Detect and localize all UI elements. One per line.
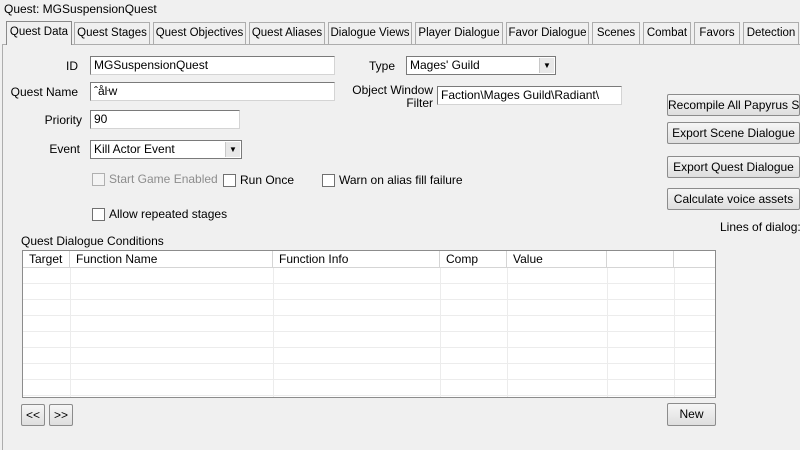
warn-alias-fill-checkbox[interactable] <box>322 174 335 187</box>
column-header-function-name[interactable]: Function Name <box>70 251 273 268</box>
table-row[interactable] <box>23 364 715 380</box>
table-row[interactable] <box>23 316 715 332</box>
calculate-voice-assets-button[interactable]: Calculate voice assets <box>667 188 800 210</box>
table-row[interactable] <box>23 348 715 364</box>
tab-dialogue-views[interactable]: Dialogue Views <box>328 22 412 44</box>
run-once-label: Run Once <box>240 173 295 187</box>
chevron-down-icon: ▼ <box>539 58 554 73</box>
chevron-down-icon: ▼ <box>225 142 240 157</box>
tab-scenes[interactable]: Scenes <box>592 22 640 44</box>
tab-favor-dialogue[interactable]: Favor Dialogue <box>506 22 589 44</box>
event-dropdown-value: Kill Actor Event <box>94 142 175 156</box>
id-label: ID <box>66 59 78 73</box>
lines-of-dialog-label: Lines of dialog: <box>720 220 800 234</box>
type-dropdown[interactable]: Mages' Guild ▼ <box>406 56 556 75</box>
column-header-extra-2[interactable] <box>674 251 715 268</box>
new-condition-button[interactable]: New <box>667 403 716 426</box>
tab-quest-aliases[interactable]: Quest Aliases <box>249 22 325 44</box>
table-row[interactable] <box>23 380 715 396</box>
previous-condition-button[interactable]: << <box>21 404 45 426</box>
tab-player-dialogue[interactable]: Player Dialogue <box>415 22 503 44</box>
export-scene-dialogue-button[interactable]: Export Scene Dialogue <box>667 122 800 144</box>
table-row[interactable] <box>23 300 715 316</box>
next-condition-button[interactable]: >> <box>49 404 73 426</box>
export-quest-dialogue-button[interactable]: Export Quest Dialogue <box>667 156 800 178</box>
priority-label: Priority <box>44 113 82 127</box>
tab-quest-objectives[interactable]: Quest Objectives <box>153 22 246 44</box>
recompile-papyrus-button[interactable]: Recompile All Papyrus Sc <box>667 94 800 116</box>
event-dropdown[interactable]: Kill Actor Event ▼ <box>90 140 242 159</box>
start-game-enabled-label: Start Game Enabled <box>109 172 218 186</box>
column-header-function-info[interactable]: Function Info <box>273 251 440 268</box>
column-header-comp[interactable]: Comp <box>440 251 507 268</box>
tab-favors[interactable]: Favors <box>694 22 740 44</box>
conditions-table-header: Target Function Name Function Info Comp … <box>23 251 715 268</box>
tab-bar: Quest Data Quest Stages Quest Objectives… <box>0 21 800 45</box>
type-dropdown-value: Mages' Guild <box>410 58 480 72</box>
conditions-table[interactable]: Target Function Name Function Info Comp … <box>22 250 716 398</box>
tab-combat[interactable]: Combat <box>643 22 691 44</box>
start-game-enabled-checkbox[interactable] <box>92 173 105 186</box>
table-row[interactable] <box>23 268 715 284</box>
event-label: Event <box>49 142 80 156</box>
window-title: Quest: MGSuspensionQuest <box>0 0 800 20</box>
quest-name-field[interactable]: ˆåŀw <box>90 82 335 101</box>
object-window-filter-field[interactable]: Faction\Mages Guild\Radiant\ <box>437 86 622 105</box>
allow-repeated-stages-label: Allow repeated stages <box>109 207 228 221</box>
tab-quest-stages[interactable]: Quest Stages <box>74 22 150 44</box>
tab-detection[interactable]: Detection <box>743 22 799 44</box>
table-row[interactable] <box>23 332 715 348</box>
allow-repeated-stages-checkbox[interactable] <box>92 208 105 221</box>
type-label: Type <box>368 59 395 73</box>
priority-field[interactable]: 90 <box>90 110 240 129</box>
column-header-value[interactable]: Value <box>507 251 607 268</box>
tab-quest-data[interactable]: Quest Data <box>6 21 72 45</box>
quest-dialogue-conditions-label: Quest Dialogue Conditions <box>21 234 164 248</box>
quest-name-label: Quest Name <box>10 85 78 99</box>
run-once-checkbox[interactable] <box>223 174 236 187</box>
table-row[interactable] <box>23 284 715 300</box>
object-window-filter-label: Object Window Filter <box>345 84 433 110</box>
warn-alias-fill-label: Warn on alias fill failure <box>339 173 463 187</box>
column-header-extra-1[interactable] <box>607 251 674 268</box>
column-header-target[interactable]: Target <box>23 251 70 268</box>
filter-label-line2: Filter <box>406 96 433 110</box>
id-field[interactable]: MGSuspensionQuest <box>90 56 335 75</box>
